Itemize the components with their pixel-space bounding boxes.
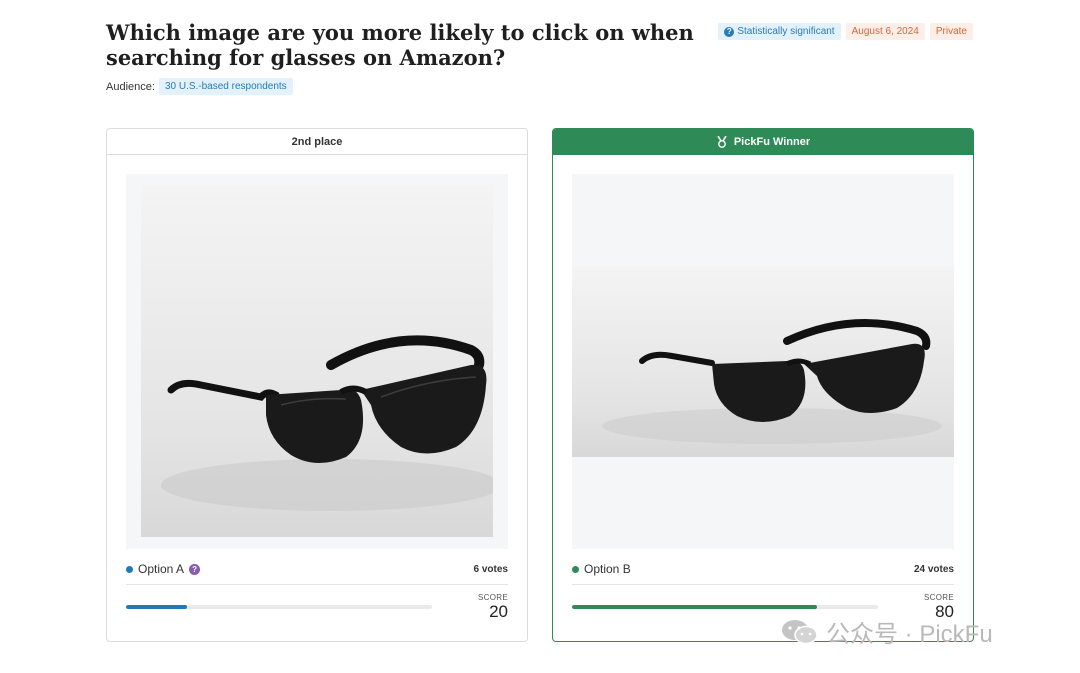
option-b-dot [572, 565, 579, 573]
score-value-a: 20 [489, 602, 508, 621]
audience-row: Audience: 30 U.S.-based respondents [106, 78, 293, 95]
image-frame-a[interactable] [126, 174, 508, 549]
option-a-votes: 6 votes [473, 563, 508, 575]
score-label: SCORE [478, 593, 508, 602]
divider [572, 584, 954, 585]
question-icon: ? [724, 26, 735, 37]
option-a-label: Option A [138, 562, 185, 576]
option-card-b[interactable]: PickFu Winner Option B 24 votes SCORE 80 [552, 128, 974, 642]
option-card-a[interactable]: 2nd place Option A ? 6 votes SCORE 20 [106, 128, 528, 642]
option-b-votes: 24 votes [913, 563, 954, 575]
option-b-label: Option B [584, 562, 631, 576]
score-bar-b [572, 605, 878, 609]
medal-icon [717, 135, 727, 148]
privacy-badge: Private [929, 23, 973, 40]
card-header-b: PickFu Winner [553, 129, 973, 155]
audience-label: Audience: [106, 80, 155, 93]
sunglasses-image [161, 335, 493, 511]
placement-label: 2nd place [291, 135, 343, 148]
score-bar-fill-b [572, 605, 817, 609]
option-b-image[interactable] [572, 266, 954, 457]
winner-label: PickFu Winner [733, 135, 811, 148]
score-bar-fill-a [126, 605, 188, 609]
option-a-image[interactable] [141, 185, 493, 537]
question-icon[interactable]: ? [189, 563, 201, 575]
significance-label: Statistically significant [737, 26, 835, 37]
card-header-a: 2nd place [107, 129, 527, 155]
score-label: SCORE [924, 593, 954, 602]
divider [126, 584, 508, 585]
image-frame-b[interactable] [572, 174, 954, 549]
option-row-b: Option B 24 votes [572, 562, 954, 576]
score-bar-a [126, 605, 432, 609]
significance-badge[interactable]: ? Statistically significant [718, 23, 841, 40]
question-title: Which image are you more likely to click… [106, 20, 694, 70]
score-a: SCORE 20 [478, 593, 508, 622]
option-a-dot [126, 565, 133, 573]
badge-group: ? Statistically significant August 6, 20… [718, 23, 973, 40]
watermark-text: 公众号 · PickFu [826, 621, 993, 648]
wechat-icon [782, 619, 818, 644]
date-badge: August 6, 2024 [845, 23, 925, 40]
audience-tag[interactable]: 30 U.S.-based respondents [158, 78, 293, 95]
sunglasses-image [602, 319, 942, 444]
option-row-a: Option A ? 6 votes [126, 562, 508, 576]
watermark: 公众号 · PickFu [780, 614, 993, 649]
